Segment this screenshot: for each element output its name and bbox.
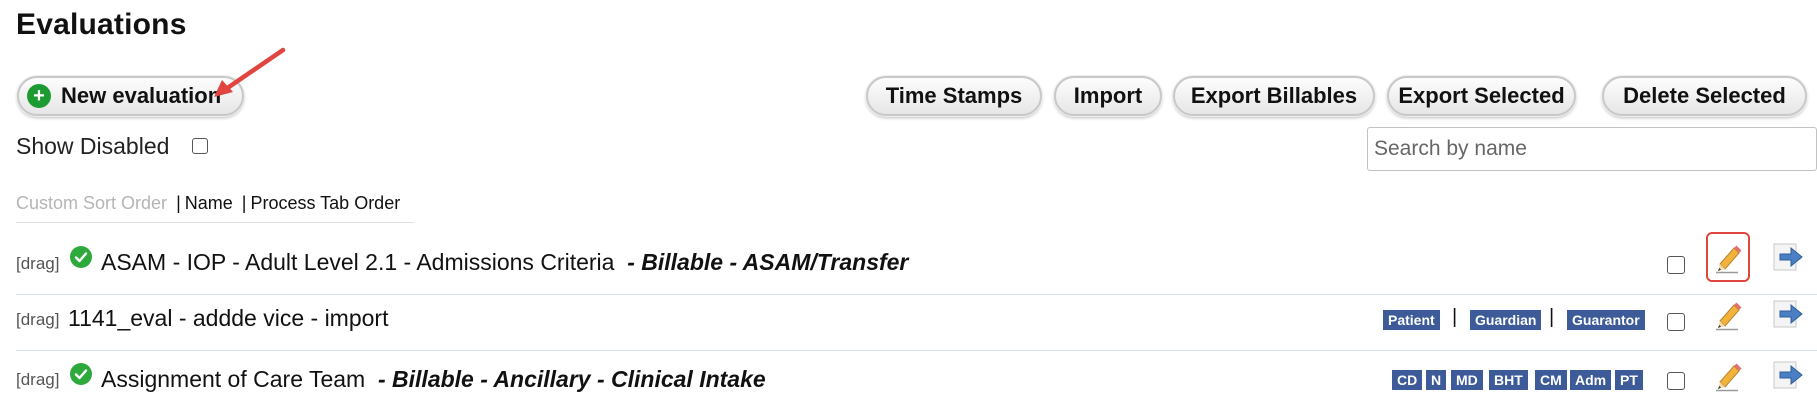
new-evaluation-label: New evaluation: [61, 83, 222, 108]
role-badge: Guardian: [1470, 310, 1542, 330]
export-billables-button[interactable]: Export Billables: [1173, 76, 1375, 116]
pencil-icon[interactable]: [1712, 360, 1744, 392]
sort-underline: [16, 222, 414, 223]
row-divider: [16, 294, 1817, 295]
row-select-checkbox[interactable]: [1667, 313, 1685, 331]
role-badge: Patient: [1383, 310, 1440, 330]
search-input[interactable]: [1367, 127, 1817, 171]
badge-separator: |: [1452, 306, 1458, 328]
row-divider: [16, 350, 1817, 351]
arrow-right-icon[interactable]: [1772, 360, 1804, 392]
drag-handle[interactable]: [drag]: [16, 370, 59, 390]
row-select-checkbox[interactable]: [1667, 372, 1685, 390]
evaluation-tags: - Billable - Ancillary - Clinical Intake: [377, 366, 766, 392]
evaluation-name: ASAM - IOP - Adult Level 2.1 - Admission…: [101, 249, 615, 275]
role-badge: PT: [1615, 370, 1643, 390]
show-disabled-checkbox[interactable]: [192, 138, 208, 154]
check-circle-icon: [70, 246, 92, 268]
drag-handle[interactable]: [drag]: [16, 254, 59, 274]
pencil-icon[interactable]: [1712, 242, 1744, 274]
arrow-right-icon[interactable]: [1772, 242, 1804, 274]
role-badge: CD: [1392, 370, 1423, 390]
evaluation-name: 1141_eval - addde vice - import: [68, 305, 389, 331]
sort-custom-order-link[interactable]: Custom Sort Order: [16, 193, 167, 213]
delete-selected-button[interactable]: Delete Selected: [1602, 76, 1807, 116]
evaluations-page: Evaluations + New evaluation Time Stamps…: [0, 0, 1817, 409]
pencil-icon[interactable]: [1712, 299, 1744, 331]
check-circle-icon: [70, 363, 92, 385]
badge-separator: |: [1549, 306, 1555, 328]
row-select-checkbox[interactable]: [1667, 256, 1685, 274]
role-badge: Adm: [1570, 370, 1612, 390]
role-badge: Guarantor: [1567, 310, 1645, 330]
evaluation-title[interactable]: 1141_eval - addde vice - import: [68, 305, 388, 332]
evaluation-name: Assignment of Care Team: [101, 366, 366, 392]
role-badge: MD: [1451, 370, 1483, 390]
export-selected-button[interactable]: Export Selected: [1387, 76, 1576, 116]
sort-name-link[interactable]: Name: [185, 193, 233, 213]
import-button[interactable]: Import: [1054, 76, 1162, 116]
sort-separator: |: [176, 193, 181, 213]
arrow-right-icon[interactable]: [1772, 299, 1804, 331]
drag-handle[interactable]: [drag]: [16, 310, 59, 330]
sort-separator: |: [241, 193, 247, 213]
role-badge: CM: [1535, 370, 1567, 390]
annotation-arrow: [214, 47, 286, 97]
page-title: Evaluations: [16, 8, 187, 41]
plus-circle-icon: +: [27, 84, 51, 108]
sort-options: Custom Sort Order | Name | Process Tab Ord…: [16, 193, 400, 214]
evaluation-title[interactable]: ASAM - IOP - Adult Level 2.1 - Admission…: [101, 249, 908, 276]
role-badge: BHT: [1489, 370, 1528, 390]
role-badge: N: [1426, 370, 1447, 390]
show-disabled-label: Show Disabled: [16, 133, 170, 159]
time-stamps-button[interactable]: Time Stamps: [866, 76, 1042, 116]
evaluation-tags: - Billable - ASAM/Transfer: [627, 249, 909, 275]
evaluation-title[interactable]: Assignment of Care Team - Billable - Anc…: [101, 366, 766, 393]
sort-process-tab-link[interactable]: Process Tab Order: [250, 193, 400, 213]
